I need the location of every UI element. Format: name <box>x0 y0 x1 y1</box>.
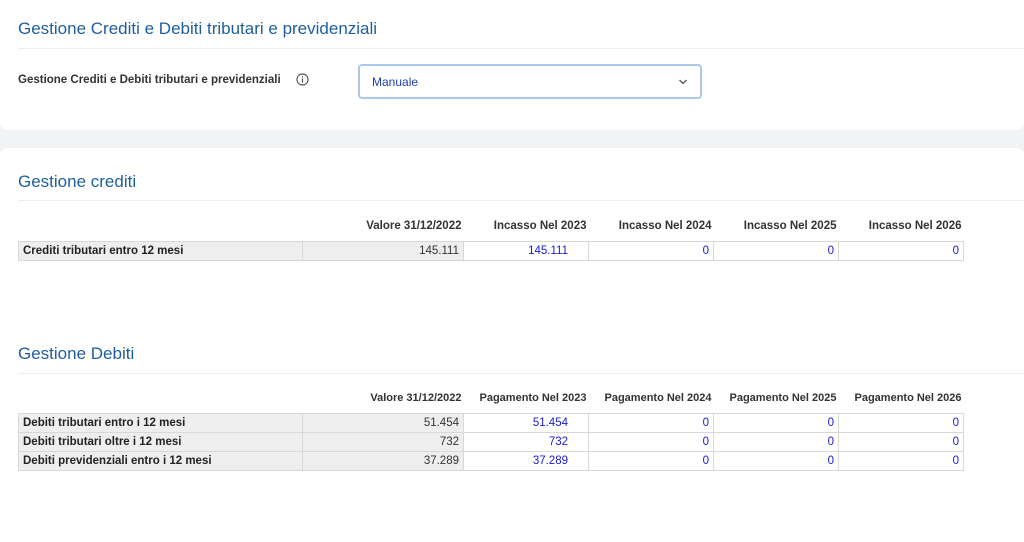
chevron-down-icon <box>679 79 687 85</box>
table-row: Debiti tributari oltre i 12 mesi 732 732… <box>18 432 964 452</box>
table-row: Debiti tributari entro i 12 mesi 51.454 … <box>18 413 964 433</box>
year-input-cell[interactable]: 0 <box>713 451 839 471</box>
debiti-table: Valore 31/12/2022 Pagamento Nel 2023 Pag… <box>18 391 964 471</box>
column-header: Valore 31/12/2022 <box>370 392 462 404</box>
crediti-header-row: Valore 31/12/2022 Incasso Nel 2023 Incas… <box>19 219 964 242</box>
row-label: Debiti tributari oltre i 12 mesi <box>18 432 303 452</box>
year-input-cell[interactable]: 0 <box>838 241 964 261</box>
column-header <box>19 219 303 242</box>
valore-cell: 145.111 <box>302 241 464 261</box>
table-row: Debiti previdenziali entro i 12 mesi 37.… <box>18 451 964 471</box>
page-title: Gestione Crediti e Debiti tributari e pr… <box>18 19 378 38</box>
row-label: Crediti tributari entro 12 mesi <box>18 241 303 261</box>
valore-cell: 732 <box>302 432 464 452</box>
year-input-cell[interactable]: 0 <box>588 432 714 452</box>
year-input-cell[interactable]: 0 <box>838 432 964 452</box>
info-circle-icon[interactable] <box>296 73 309 86</box>
column-header: Incasso Nel 2023 <box>493 220 587 232</box>
table-row: Crediti tributari entro 12 mesi 145.111 … <box>18 241 964 261</box>
valore-cell: 51.454 <box>302 413 464 433</box>
valore-cell: 37.289 <box>302 451 464 471</box>
year-input-cell[interactable]: 37.289 <box>463 451 589 471</box>
column-header: Pagamento Nel 2023 <box>479 392 587 404</box>
year-input-cell[interactable]: 0 <box>713 432 839 452</box>
year-input-cell[interactable]: 51.454 <box>463 413 589 433</box>
crediti-title: Gestione crediti <box>18 172 137 191</box>
row-label: Debiti previdenziali entro i 12 mesi <box>18 451 303 471</box>
column-header: Incasso Nel 2026 <box>868 220 962 232</box>
setting-label: Gestione Crediti e Debiti tributari e pr… <box>18 74 281 86</box>
debiti-header-row: Valore 31/12/2022 Pagamento Nel 2023 Pag… <box>19 391 964 414</box>
column-header: Pagamento Nel 2024 <box>604 392 712 404</box>
column-header <box>19 391 303 414</box>
main-card: Gestione crediti Valore 31/12/2022 Incas… <box>0 148 1024 542</box>
select-value: Manuale <box>372 75 419 89</box>
year-input-cell[interactable]: 0 <box>588 451 714 471</box>
year-input-cell[interactable]: 0 <box>713 241 839 261</box>
year-input-cell[interactable]: 0 <box>713 413 839 433</box>
row-label: Debiti tributari entro i 12 mesi <box>18 413 303 433</box>
settings-card: Gestione Crediti e Debiti tributari e pr… <box>0 0 1024 130</box>
column-header: Valore 31/12/2022 <box>366 220 462 232</box>
column-header: Incasso Nel 2025 <box>743 220 837 232</box>
year-input-cell[interactable]: 0 <box>588 413 714 433</box>
column-header: Pagamento Nel 2026 <box>854 392 962 404</box>
year-input-cell[interactable]: 732 <box>463 432 589 452</box>
column-header: Incasso Nel 2024 <box>618 220 712 232</box>
crediti-table: Valore 31/12/2022 Incasso Nel 2023 Incas… <box>18 219 964 261</box>
year-input-cell[interactable]: 0 <box>588 241 714 261</box>
year-input-cell[interactable]: 0 <box>838 451 964 471</box>
divider <box>18 48 1024 49</box>
gestione-select[interactable]: Manuale <box>358 64 702 99</box>
year-input-cell[interactable]: 145.111 <box>463 241 589 261</box>
column-header: Pagamento Nel 2025 <box>729 392 837 404</box>
divider <box>18 200 1024 201</box>
year-input-cell[interactable]: 0 <box>838 413 964 433</box>
divider <box>18 373 1024 374</box>
debiti-title: Gestione Debiti <box>18 344 135 363</box>
